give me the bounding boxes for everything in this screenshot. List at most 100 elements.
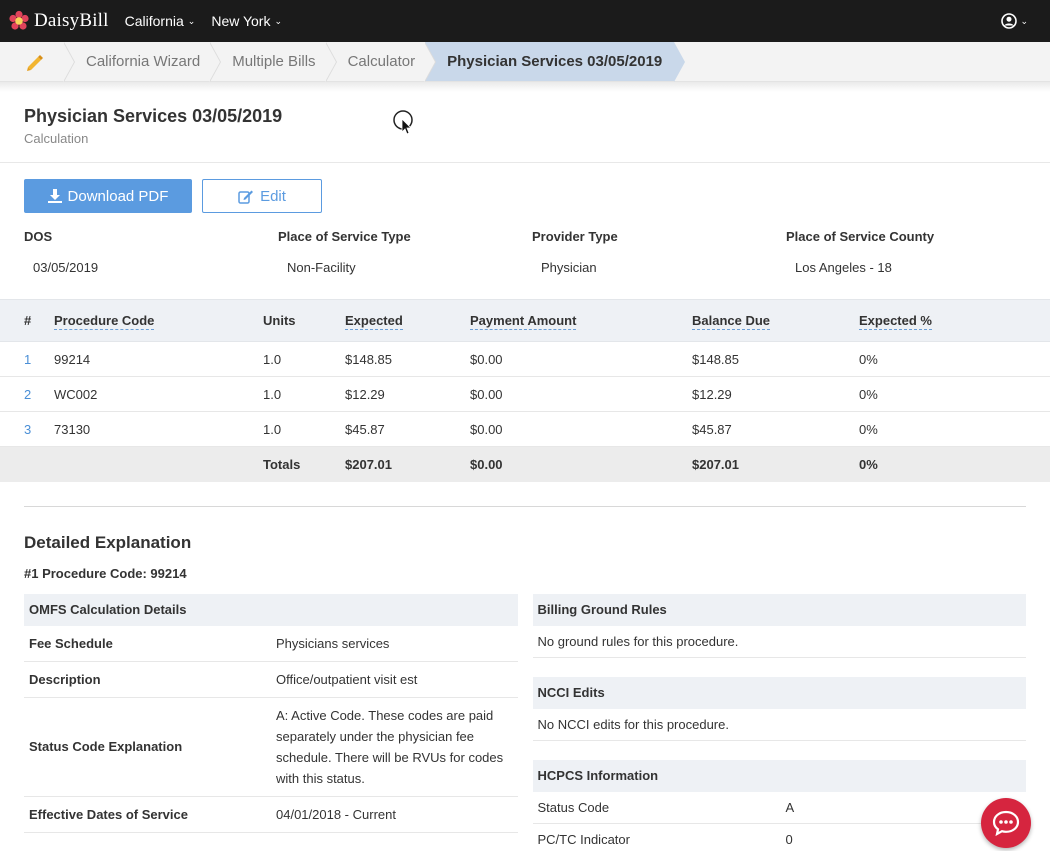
cell-procedure-code: 73130 xyxy=(54,411,263,447)
omfs-row: Effective Dates of Service 04/01/2018 - … xyxy=(24,796,518,833)
chevron-down-icon: ⌄ xyxy=(274,16,283,26)
totals-payment-amount: $0.00 xyxy=(470,446,692,482)
row-number-link[interactable]: 2 xyxy=(24,387,31,402)
col-number: # xyxy=(0,299,54,342)
download-pdf-button[interactable]: Download PDF xyxy=(24,179,192,213)
procedure-rules: Billing Ground Rules No ground rules for… xyxy=(532,593,1026,851)
nav-california[interactable]: California ⌄ xyxy=(125,13,196,29)
edit-button[interactable]: Edit xyxy=(202,179,322,213)
edit-label: Edit xyxy=(260,187,286,205)
page-header: Physician Services 03/05/2019 Calculatio… xyxy=(0,92,1050,163)
pencil-icon xyxy=(27,54,43,71)
ground-rules-body: No ground rules for this procedure. xyxy=(532,626,1026,658)
totals-balance-due: $207.01 xyxy=(692,446,859,482)
table-row: 1 99214 1.0 $148.85 $0.00 $148.85 0% xyxy=(0,341,1050,377)
cell-payment-amount: $0.00 xyxy=(470,411,692,447)
billing-ground-rules: Billing Ground Rules No ground rules for… xyxy=(532,593,1026,658)
top-nav: DaisyBill California ⌄ New York ⌄ ⌄ xyxy=(0,0,1050,42)
cell-procedure-code: 99214 xyxy=(54,341,263,377)
col-expected-percent[interactable]: Expected % xyxy=(859,299,1050,342)
breadcrumb-current: Physician Services 03/05/2019 xyxy=(425,42,686,82)
col-balance-due[interactable]: Balance Due xyxy=(692,299,859,342)
service-info: DOS 03/05/2019 Place of Service Type Non… xyxy=(0,229,1050,275)
breadcrumb-label: California Wizard xyxy=(86,53,201,70)
col-units: Units xyxy=(263,299,345,342)
row-number-link[interactable]: 1 xyxy=(24,352,31,367)
chevron-down-icon: ⌄ xyxy=(187,16,196,26)
totals-label: Totals xyxy=(263,446,345,482)
omfs-table: OMFS Calculation Details Fee Schedule Ph… xyxy=(24,593,518,833)
info-label: Provider Type xyxy=(532,229,618,244)
breadcrumb-label: Calculator xyxy=(347,53,416,70)
hcpcs-key: Status Code xyxy=(537,799,610,815)
user-menu[interactable]: ⌄ xyxy=(1001,13,1028,29)
omfs-header: OMFS Calculation Details xyxy=(24,593,518,626)
download-icon xyxy=(47,189,62,203)
totals-expected-percent: 0% xyxy=(859,446,1050,482)
nav-california-label: California xyxy=(124,13,184,29)
col-label: Expected % xyxy=(859,313,932,330)
info-place-of-service-county: Place of Service County Los Angeles - 18 xyxy=(786,229,1040,275)
nav-new-york-label: New York xyxy=(211,13,271,29)
cell-payment-amount: $0.00 xyxy=(470,376,692,412)
info-label: Place of Service County xyxy=(786,229,935,244)
col-label: Balance Due xyxy=(692,313,771,330)
breadcrumb-california-wizard[interactable]: California Wizard xyxy=(64,42,222,82)
col-payment-amount[interactable]: Payment Amount xyxy=(470,299,692,342)
detail-section: OMFS Calculation Details Fee Schedule Ph… xyxy=(0,581,1050,851)
cell-expected: $148.85 xyxy=(345,341,470,377)
omfs-row: Fee Schedule Physicians services xyxy=(24,625,518,662)
detailed-explanation-title: Detailed Explanation xyxy=(24,532,192,552)
cell-units: 1.0 xyxy=(263,376,345,412)
info-label: DOS xyxy=(24,229,53,244)
col-label: Expected xyxy=(345,313,403,330)
breadcrumb-label: Physician Services 03/05/2019 xyxy=(447,53,663,70)
info-value: Los Angeles - 18 xyxy=(795,260,892,275)
breadcrumb-label: Multiple Bills xyxy=(232,53,316,70)
page-title: Physician Services 03/05/2019 xyxy=(24,106,283,126)
breadcrumb-home[interactable] xyxy=(0,42,75,82)
row-number-link[interactable]: 3 xyxy=(24,422,31,437)
cell-expected: $45.87 xyxy=(345,411,470,447)
cell-expected: $12.29 xyxy=(345,376,470,412)
brand-logo[interactable]: DaisyBill xyxy=(8,10,109,32)
hcpcs-information: HCPCS Information Status Code A PC/TC In… xyxy=(532,759,1026,851)
omfs-value: Office/outpatient visit est xyxy=(271,661,518,698)
ncci-edits: NCCI Edits No NCCI edits for this proced… xyxy=(532,676,1026,741)
cell-payment-amount: $0.00 xyxy=(470,341,692,377)
chat-button[interactable] xyxy=(981,798,1031,848)
cell-expected-percent: 0% xyxy=(859,411,1050,447)
omfs-key: Description xyxy=(24,661,271,698)
omfs-value: 04/01/2018 - Current xyxy=(271,796,518,833)
cell-procedure-code: WC002 xyxy=(54,376,263,412)
cell-balance-due: $45.87 xyxy=(692,411,859,447)
info-value: Physician xyxy=(541,260,597,275)
procedure-code-heading: #1 Procedure Code: 99214 xyxy=(24,565,187,581)
cell-units: 1.0 xyxy=(263,411,345,447)
hcpcs-header: HCPCS Information xyxy=(532,759,1026,792)
hcpcs-value: A xyxy=(785,799,795,815)
omfs-key: Status Code Explanation xyxy=(24,697,271,797)
omfs-details: OMFS Calculation Details Fee Schedule Ph… xyxy=(24,593,518,851)
ncci-body: No NCCI edits for this procedure. xyxy=(532,709,1026,741)
user-circle-icon xyxy=(1001,13,1018,29)
mouse-cursor-icon xyxy=(393,110,415,139)
chevron-down-icon: ⌄ xyxy=(1020,16,1028,26)
breadcrumb-calculator[interactable]: Calculator xyxy=(326,42,437,82)
omfs-value: A: Active Code. These codes are paid sep… xyxy=(271,697,518,797)
cell-expected-percent: 0% xyxy=(859,341,1050,377)
brand-name: DaisyBill xyxy=(34,10,109,31)
omfs-row: Description Office/outpatient visit est xyxy=(24,661,518,698)
breadcrumb-multiple-bills[interactable]: Multiple Bills xyxy=(210,42,337,82)
hcpcs-value: 0 xyxy=(785,831,793,847)
breadcrumb-shadow xyxy=(0,82,1050,92)
info-value: 03/05/2019 xyxy=(33,260,99,275)
table-row: 3 73130 1.0 $45.87 $0.00 $45.87 0% xyxy=(0,411,1050,447)
page-subtitle: Calculation xyxy=(24,131,89,146)
breadcrumb: California Wizard Multiple Bills Calcula… xyxy=(0,42,1050,82)
col-procedure-code[interactable]: Procedure Code xyxy=(54,299,263,342)
table-header-row: # Procedure Code Units Expected Payment … xyxy=(0,299,1050,342)
nav-new-york[interactable]: New York ⌄ xyxy=(211,13,282,29)
omfs-key: Fee Schedule xyxy=(24,625,271,662)
col-expected[interactable]: Expected xyxy=(345,299,470,342)
